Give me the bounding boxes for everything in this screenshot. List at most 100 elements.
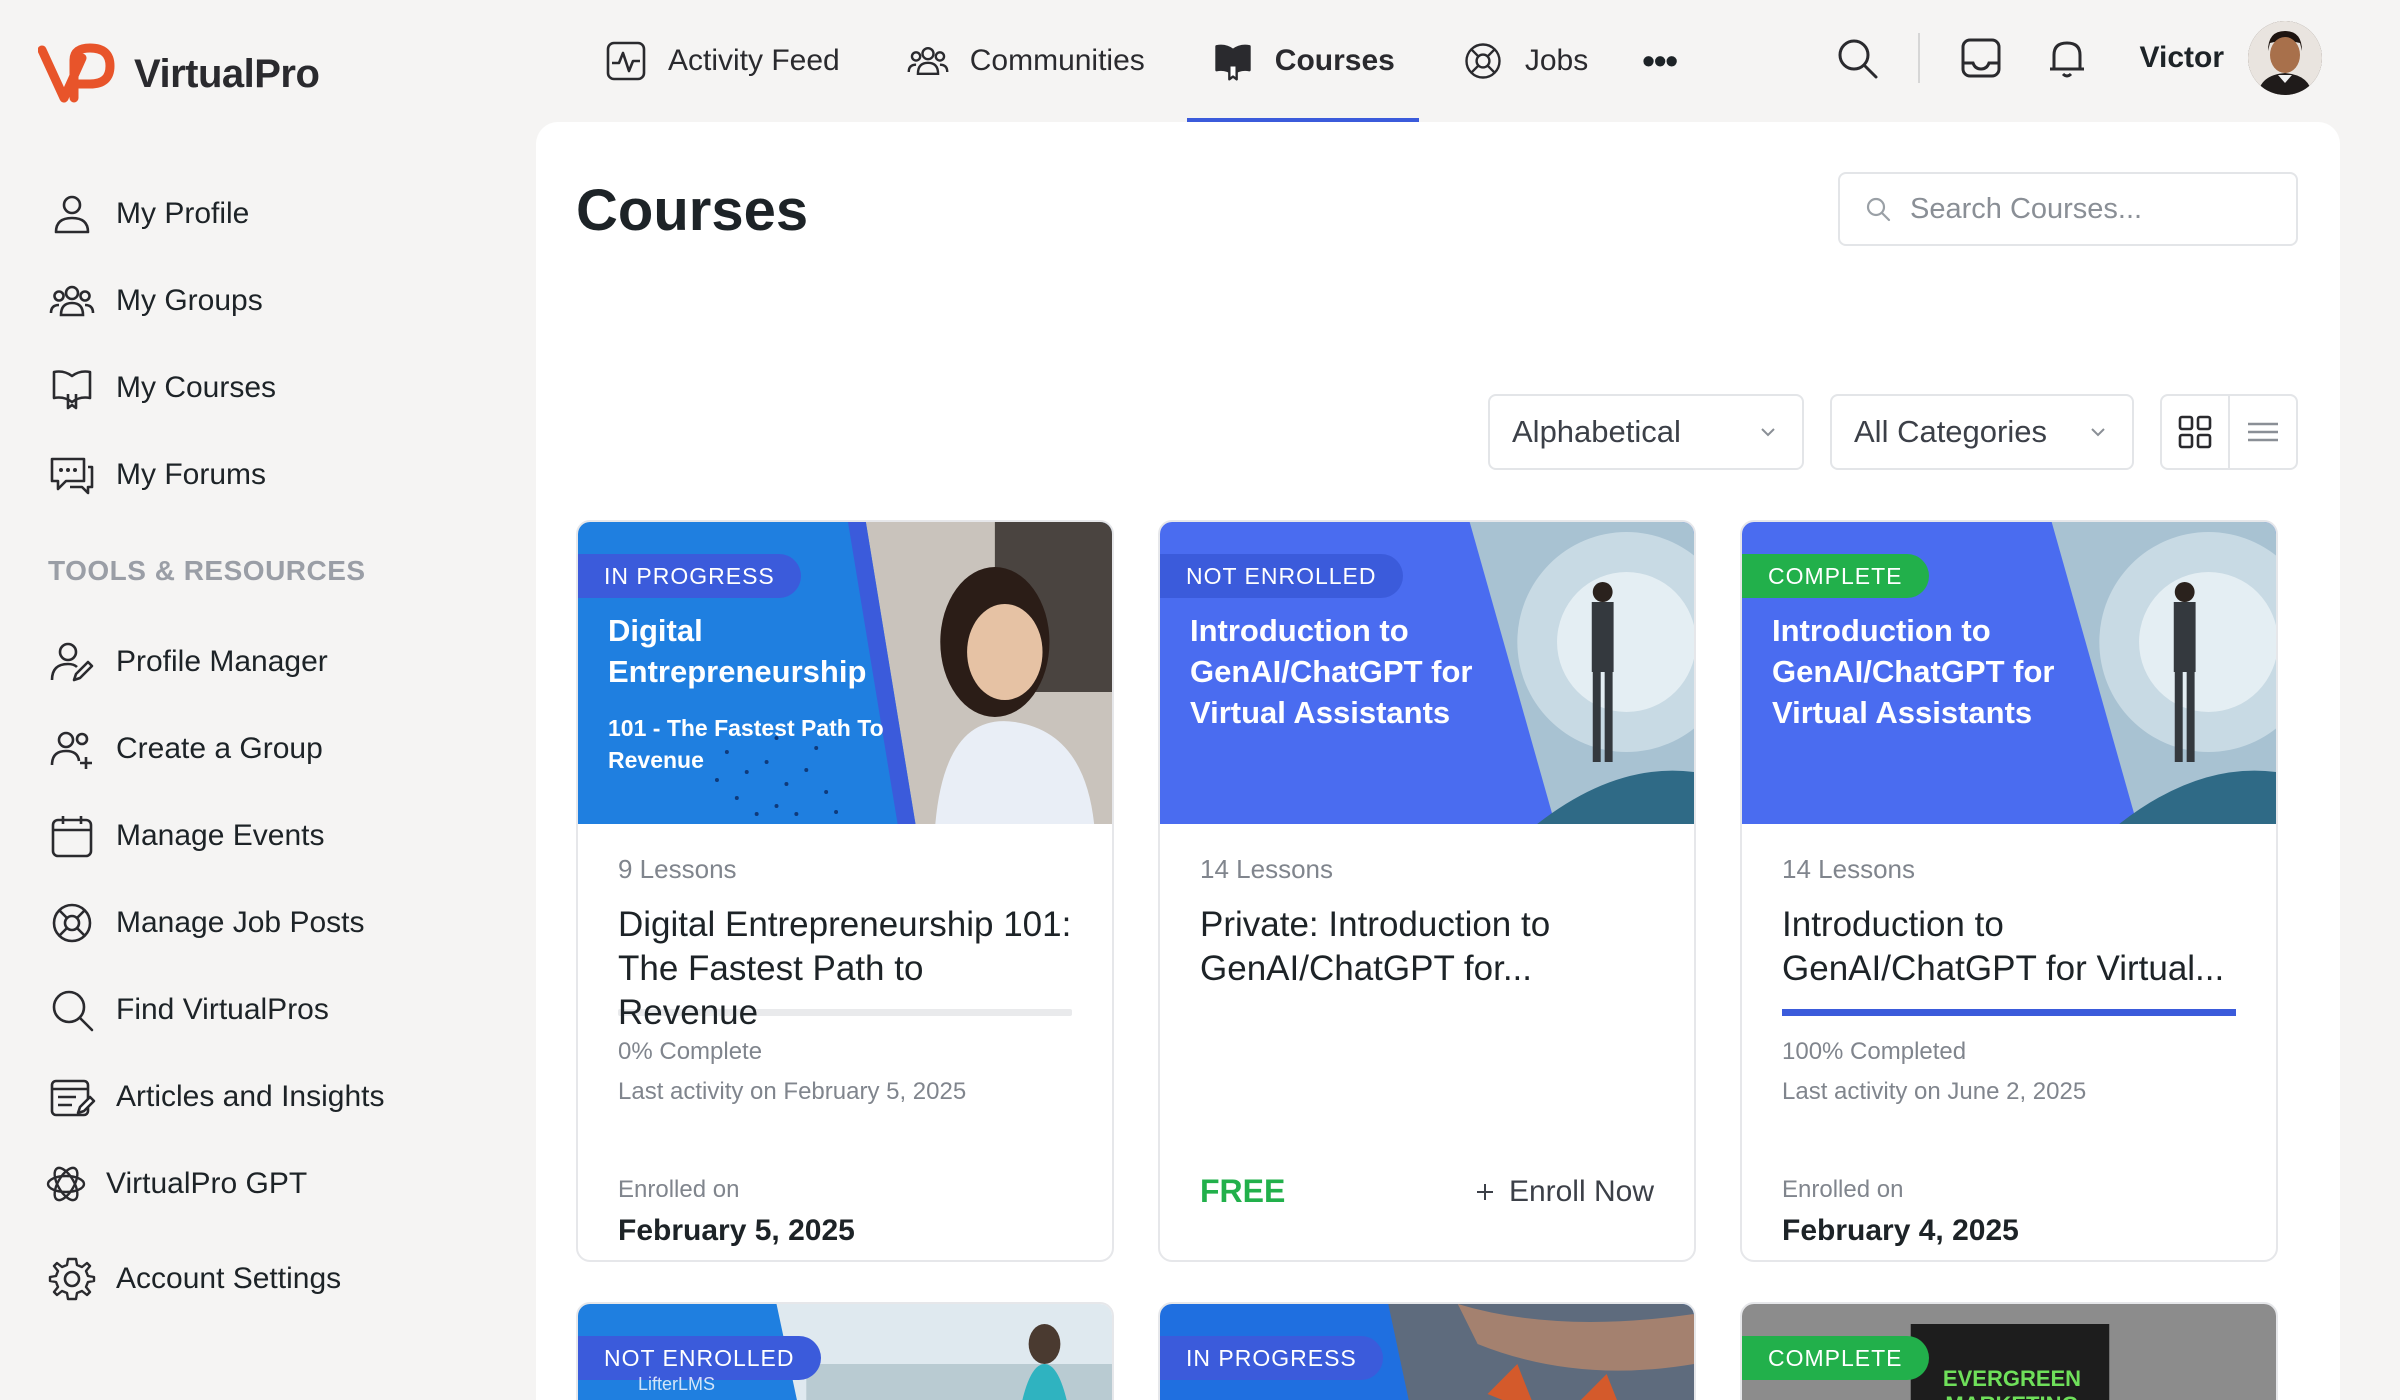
search-icon: [1866, 197, 1891, 222]
course-thumbnail: IN PROGRESS Digital Entrepreneurship 101…: [578, 522, 1112, 824]
price-label: FREE: [1200, 1173, 1286, 1209]
list-view-button[interactable]: [2230, 396, 2296, 468]
card-footer: FREE Enroll Now: [1200, 1173, 1654, 1210]
sidebar-item-manage-job-posts[interactable]: Manage Job Posts: [48, 879, 488, 966]
course-card[interactable]: COMPLETE EVERGREEN MARKETING: [1740, 1302, 2278, 1400]
sidebar-item-label: Manage Events: [116, 818, 325, 852]
sidebar-item-my-groups[interactable]: My Groups: [48, 257, 488, 344]
search-icon: [52, 990, 94, 1031]
thumbnail-subtitle: 101 - The Fastest Path To Revenue: [608, 715, 884, 773]
tab-jobs[interactable]: Jobs: [1437, 0, 1612, 122]
lifebuoy-icon: [52, 903, 92, 942]
search-icon[interactable]: [1834, 35, 1880, 81]
enrolled-label: Enrolled on: [618, 1176, 740, 1203]
sidebar-item-find-virtualpros[interactable]: Find VirtualPros: [48, 966, 488, 1053]
sidebar-item-label: Account Settings: [116, 1261, 342, 1295]
course-title[interactable]: Digital Entrepreneurship 101: The Fastes…: [618, 903, 1072, 1032]
sidebar-item-account-settings[interactable]: Account Settings: [48, 1235, 488, 1322]
activity-icon: [606, 41, 646, 81]
grid-view-button[interactable]: [2162, 396, 2230, 468]
filter-controls: Alphabetical All Categories: [1488, 394, 2298, 470]
sidebar-section-heading: TOOLS & RESOURCES: [48, 555, 366, 586]
sidebar-item-articles[interactable]: Articles and Insights: [48, 1053, 488, 1140]
tab-label: Courses: [1274, 44, 1395, 77]
progress-fill: [1782, 1009, 2236, 1016]
status-badge: NOT ENROLLED: [1160, 554, 1403, 598]
sidebar-item-manage-events[interactable]: Manage Events: [48, 792, 488, 879]
course-thumbnail: COMPLETE EVERGREEN MARKETING: [1742, 1304, 2276, 1400]
course-card[interactable]: NOT ENROLLED LifterLMS: [576, 1302, 1114, 1400]
course-title[interactable]: Private: Introduction to GenAI/ChatGPT f…: [1200, 903, 1654, 991]
enrolled-date: February 5, 2025: [618, 1214, 855, 1247]
sidebar-item-label: My Courses: [116, 370, 277, 404]
sidebar-item-label: VirtualPro GPT: [106, 1166, 308, 1200]
lesson-count: 14 Lessons: [1200, 854, 1333, 884]
sidebar-item-label: Profile Manager: [116, 644, 328, 678]
thumbnail-title: Introduction to GenAI/ChatGPT for Virtua…: [1772, 613, 2055, 730]
sidebar-item-label: My Groups: [116, 283, 263, 317]
sidebar-item-virtualpro-gpt[interactable]: VirtualPro GPT: [42, 1140, 488, 1227]
sidebar-item-label: My Forums: [116, 457, 266, 491]
users-icon: [907, 46, 949, 76]
sort-selected-value: Alphabetical: [1512, 414, 1681, 449]
user-icon: [54, 195, 90, 233]
sort-select[interactable]: Alphabetical: [1488, 394, 1804, 470]
calendar-icon: [51, 815, 93, 857]
course-card[interactable]: COMPLETE Introduction to GenAI/ChatGPT f…: [1740, 520, 2278, 1262]
sidebar-item-my-forums[interactable]: My Forums: [48, 431, 488, 518]
list-icon: [2248, 422, 2278, 442]
status-badge: COMPLETE: [1742, 1336, 1929, 1380]
sidebar-item-label: Articles and Insights: [116, 1079, 385, 1113]
progress-text: 0% Complete: [618, 1038, 763, 1065]
top-nav: Activity Feed Communities Courses Jobs •…: [580, 0, 1689, 122]
sidebar-item-my-profile[interactable]: My Profile: [48, 170, 488, 257]
lesson-count: 14 Lessons: [1782, 854, 1915, 884]
sidebar-item-profile-manager[interactable]: Profile Manager: [48, 618, 488, 705]
inbox-icon[interactable]: [1958, 35, 2004, 81]
tab-courses[interactable]: Courses: [1186, 0, 1419, 122]
course-card[interactable]: NOT ENROLLED Introduction to GenAI/ChatG…: [1158, 520, 1696, 1262]
sidebar: My Profile My Groups My Courses My Forum…: [46, 170, 488, 1322]
user-add-icon: [50, 731, 92, 769]
status-badge: IN PROGRESS: [578, 554, 801, 598]
enrolled-date: February 4, 2025: [1782, 1214, 2019, 1247]
grid-icon: [2178, 415, 2212, 449]
course-card[interactable]: IN PROGRESS: [1158, 1302, 1696, 1400]
tab-label: Activity Feed: [668, 44, 840, 77]
tab-activity-feed[interactable]: Activity Feed: [580, 0, 864, 122]
sidebar-item-my-courses[interactable]: My Courses: [48, 344, 488, 431]
course-card[interactable]: IN PROGRESS Digital Entrepreneurship 101…: [576, 520, 1114, 1262]
card-body: 14 Lessons Introduction to GenAI/ChatGPT…: [1742, 824, 2276, 1248]
course-thumbnail: COMPLETE Introduction to GenAI/ChatGPT f…: [1742, 522, 2276, 824]
thumbnail-title: EVERGREEN MARKETING: [1942, 1366, 2082, 1400]
category-select[interactable]: All Categories: [1830, 394, 2134, 470]
page-title: Courses: [576, 178, 809, 243]
bell-icon[interactable]: [2044, 35, 2090, 81]
sidebar-item-create-group[interactable]: Create a Group: [48, 705, 488, 792]
app-logo[interactable]: VirtualPro: [38, 40, 320, 108]
chevron-down-icon: [2091, 428, 2105, 437]
sidebar-item-label: Find VirtualPros: [116, 992, 329, 1026]
more-menu-button[interactable]: •••: [1630, 0, 1689, 122]
course-title[interactable]: Introduction to GenAI/ChatGPT for Virtua…: [1782, 903, 2236, 991]
lesson-count: 9 Lessons: [618, 854, 737, 884]
tab-communities[interactable]: Communities: [882, 0, 1169, 122]
search-input[interactable]: [1910, 192, 2272, 226]
username[interactable]: Victor: [2140, 41, 2224, 75]
last-activity: Last activity on June 2, 2025: [1782, 1078, 2087, 1105]
thumbnail-brand: LifterLMS: [638, 1374, 716, 1394]
status-badge: IN PROGRESS: [1160, 1336, 1383, 1380]
sidebar-item-label: Manage Job Posts: [116, 905, 365, 939]
enroll-now-button[interactable]: Enroll Now: [1473, 1175, 1654, 1209]
avatar[interactable]: [2248, 21, 2322, 95]
view-toggle: [2160, 394, 2298, 470]
header-divider: [1917, 33, 1920, 83]
progress-text: 100% Completed: [1782, 1038, 1967, 1065]
gpt-icon: [46, 1166, 86, 1201]
category-selected-value: All Categories: [1854, 414, 2047, 449]
main-panel: Courses Alphabetical All Categories: [536, 122, 2340, 1400]
gear-icon: [48, 1257, 96, 1300]
search-courses[interactable]: [1838, 172, 2298, 246]
header-actions: Victor: [1834, 18, 2322, 98]
course-thumbnail: NOT ENROLLED Introduction to GenAI/ChatG…: [1160, 522, 1694, 824]
